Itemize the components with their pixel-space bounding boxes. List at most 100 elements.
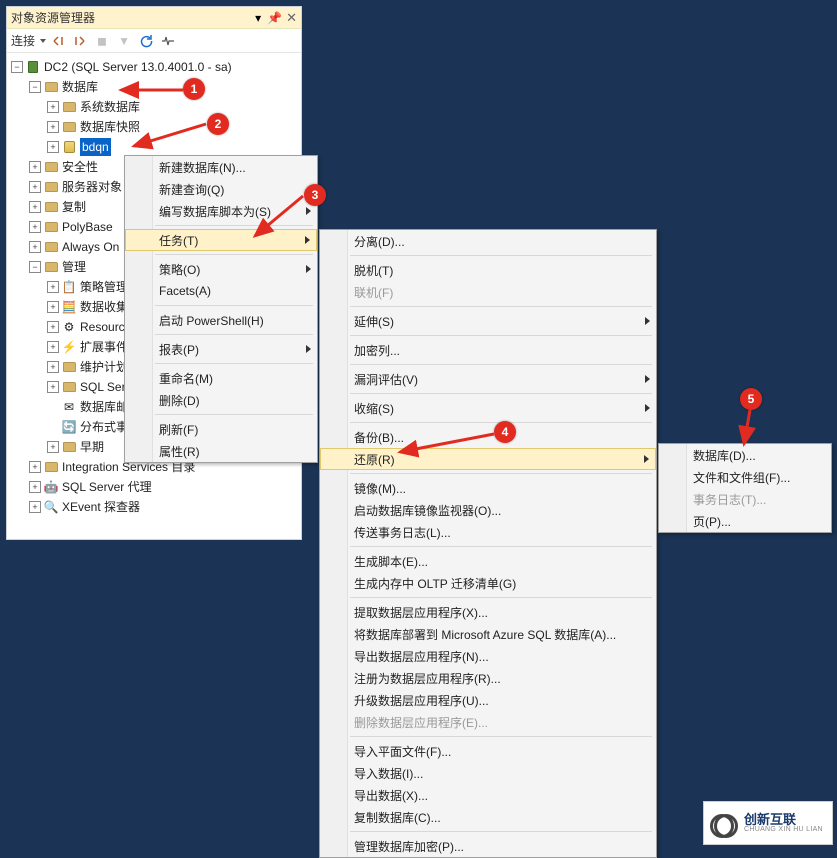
- connect-dropdown-icon[interactable]: [40, 39, 46, 43]
- disconnect-icon[interactable]: [70, 31, 90, 51]
- menu-ship-log[interactable]: 传送事务日志(L)...: [320, 521, 656, 543]
- menu-deploy-azure[interactable]: 将数据库部署到 Microsoft Azure SQL 数据库(A)...: [320, 623, 656, 645]
- close-icon[interactable]: ✕: [286, 10, 297, 26]
- expand-icon[interactable]: +: [29, 221, 41, 233]
- tree-root[interactable]: −DC2 (SQL Server 13.0.4001.0 - sa): [9, 57, 299, 77]
- menu-offline[interactable]: 脱机(T): [320, 259, 656, 281]
- menu-export-dactier[interactable]: 导出数据层应用程序(N)...: [320, 645, 656, 667]
- menu-copy-database[interactable]: 复制数据库(C)...: [320, 806, 656, 828]
- menu-backup[interactable]: 备份(B)...: [320, 426, 656, 448]
- menu-import-flatfile[interactable]: 导入平面文件(F)...: [320, 740, 656, 762]
- menu-oltp-checklist[interactable]: 生成内存中 OLTP 迁移清单(G): [320, 572, 656, 594]
- menu-stretch[interactable]: 延伸(S): [320, 310, 656, 332]
- menu-delete[interactable]: 删除(D): [125, 389, 317, 411]
- menu-detach[interactable]: 分离(D)...: [320, 230, 656, 252]
- expand-icon[interactable]: +: [47, 361, 59, 373]
- menu-upgrade-dactier[interactable]: 升级数据层应用程序(U)...: [320, 689, 656, 711]
- brand-logo: 创新互联 CHUANG XIN HU LIAN: [703, 801, 833, 845]
- connect-icon[interactable]: [48, 31, 68, 51]
- expand-icon[interactable]: +: [47, 321, 59, 333]
- menu-script-database[interactable]: 编写数据库脚本为(S): [125, 200, 317, 222]
- menu-facets[interactable]: Facets(A): [125, 280, 317, 302]
- expand-icon[interactable]: +: [29, 461, 41, 473]
- submenu-arrow-icon: [645, 404, 650, 412]
- panel-titlebar: 对象资源管理器 ▾ 📌 ✕: [7, 7, 301, 29]
- menu-reports[interactable]: 报表(P): [125, 338, 317, 360]
- menu-launch-monitor[interactable]: 启动数据库镜像监视器(O)...: [320, 499, 656, 521]
- menu-separator: [155, 305, 313, 306]
- collapse-icon[interactable]: −: [29, 261, 41, 273]
- callout-2: 2: [207, 113, 229, 135]
- submenu-arrow-icon: [644, 455, 649, 463]
- menu-separator: [350, 546, 652, 547]
- menu-import-data[interactable]: 导入数据(I)...: [320, 762, 656, 784]
- expand-icon[interactable]: +: [29, 501, 41, 513]
- menu-generate-scripts[interactable]: 生成脚本(E)...: [320, 550, 656, 572]
- menu-extract-dactier[interactable]: 提取数据层应用程序(X)...: [320, 601, 656, 623]
- expand-icon[interactable]: +: [29, 161, 41, 173]
- menu-restore-txlog: 事务日志(T)...: [659, 488, 831, 510]
- menu-vulnerability[interactable]: 漏洞评估(V): [320, 368, 656, 390]
- submenu-restore: 数据库(D)... 文件和文件组(F)... 事务日志(T)... 页(P)..…: [658, 443, 832, 533]
- submenu-arrow-icon: [645, 317, 650, 325]
- expand-icon[interactable]: +: [29, 481, 41, 493]
- expand-icon[interactable]: +: [29, 181, 41, 193]
- menu-powershell[interactable]: 启动 PowerShell(H): [125, 309, 317, 331]
- tree-bdqn[interactable]: +bdqn: [9, 137, 299, 157]
- expand-icon[interactable]: +: [47, 101, 59, 113]
- expand-icon[interactable]: +: [47, 381, 59, 393]
- menu-new-database[interactable]: 新建数据库(N)...: [125, 156, 317, 178]
- tree-agent[interactable]: +🤖SQL Server 代理: [9, 477, 299, 497]
- connect-label[interactable]: 连接: [11, 32, 35, 49]
- menu-restore-files[interactable]: 文件和文件组(F)...: [659, 466, 831, 488]
- menu-restore[interactable]: 还原(R): [320, 448, 656, 470]
- expand-icon[interactable]: +: [47, 341, 59, 353]
- dropdown-icon[interactable]: ▾: [255, 11, 261, 25]
- expand-icon[interactable]: +: [47, 301, 59, 313]
- tree-profiler[interactable]: +🔍XEvent 探查器: [9, 497, 299, 517]
- tree-databases[interactable]: −数据库: [9, 77, 299, 97]
- folder-icon: [61, 119, 77, 135]
- folder-icon: [43, 199, 59, 215]
- menu-refresh[interactable]: 刷新(F): [125, 418, 317, 440]
- menu-policies[interactable]: 策略(O): [125, 258, 317, 280]
- menu-encrypt[interactable]: 加密列...: [320, 339, 656, 361]
- expand-icon[interactable]: +: [47, 121, 59, 133]
- menu-export-data[interactable]: 导出数据(X)...: [320, 784, 656, 806]
- menu-properties[interactable]: 属性(R): [125, 440, 317, 462]
- folder-icon: [61, 439, 77, 455]
- expand-icon[interactable]: +: [47, 281, 59, 293]
- menu-register-dactier[interactable]: 注册为数据层应用程序(R)...: [320, 667, 656, 689]
- folder-icon: [43, 219, 59, 235]
- menu-new-query[interactable]: 新建查询(Q): [125, 178, 317, 200]
- expand-icon[interactable]: +: [29, 201, 41, 213]
- mail-icon: ✉: [61, 399, 77, 415]
- menu-separator: [350, 473, 652, 474]
- tree-snapshot[interactable]: +数据库快照: [9, 117, 299, 137]
- refresh-icon[interactable]: [136, 31, 156, 51]
- folder-icon: [43, 459, 59, 475]
- activity-icon[interactable]: [158, 31, 178, 51]
- tree-sysdb[interactable]: +系统数据库: [9, 97, 299, 117]
- menu-manage-encryption[interactable]: 管理数据库加密(P)...: [320, 835, 656, 857]
- menu-restore-page[interactable]: 页(P)...: [659, 510, 831, 532]
- agent-icon: 🤖: [43, 479, 59, 495]
- menu-delete-dactier: 删除数据层应用程序(E)...: [320, 711, 656, 733]
- expand-icon[interactable]: +: [29, 241, 41, 253]
- menu-shrink[interactable]: 收缩(S): [320, 397, 656, 419]
- menu-separator: [350, 364, 652, 365]
- expand-icon[interactable]: +: [47, 441, 59, 453]
- menu-mirror[interactable]: 镜像(M)...: [320, 477, 656, 499]
- collapse-icon[interactable]: −: [11, 61, 23, 73]
- menu-restore-database[interactable]: 数据库(D)...: [659, 444, 831, 466]
- logo-text: 创新互联: [744, 813, 823, 826]
- menu-separator: [350, 306, 652, 307]
- pin-icon[interactable]: 📌: [267, 11, 282, 25]
- folder-icon: [43, 79, 59, 95]
- expand-icon[interactable]: +: [47, 141, 59, 153]
- logo-icon: [710, 809, 738, 837]
- menu-tasks[interactable]: 任务(T): [125, 229, 317, 251]
- dtx-icon: 🔄: [61, 419, 77, 435]
- menu-rename[interactable]: 重命名(M): [125, 367, 317, 389]
- collapse-icon[interactable]: −: [29, 81, 41, 93]
